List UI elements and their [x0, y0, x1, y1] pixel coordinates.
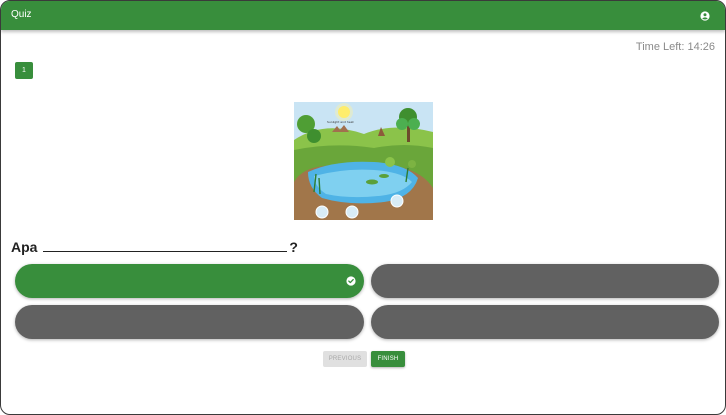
finish-button[interactable]: FINISH	[371, 351, 405, 367]
answer-option-1[interactable]	[15, 264, 364, 298]
ecosystem-image: Sunlight and heat	[294, 102, 433, 220]
account-circle-icon[interactable]	[700, 11, 710, 21]
check-circle-icon	[346, 276, 356, 286]
sun-label: Sunlight and heat	[327, 120, 354, 124]
answer-option-4[interactable]	[371, 305, 719, 339]
question-prefix: Apa	[11, 239, 38, 255]
question-number-button[interactable]: 1	[15, 62, 33, 79]
question-suffix: ?	[289, 239, 298, 255]
answer-option-2[interactable]	[371, 264, 719, 298]
app-window: Quiz Time Left: 14:26 1 Sunlight and hea…	[0, 0, 726, 415]
time-left: Time Left: 14:26	[635, 41, 715, 53]
question-text: Apa ?	[11, 239, 298, 255]
question-blank	[43, 239, 288, 252]
app-bar: Quiz	[1, 1, 725, 30]
answer-option-3[interactable]	[15, 305, 364, 339]
app-title: Quiz	[11, 9, 32, 20]
previous-button[interactable]: PREVIOUS	[323, 351, 367, 367]
